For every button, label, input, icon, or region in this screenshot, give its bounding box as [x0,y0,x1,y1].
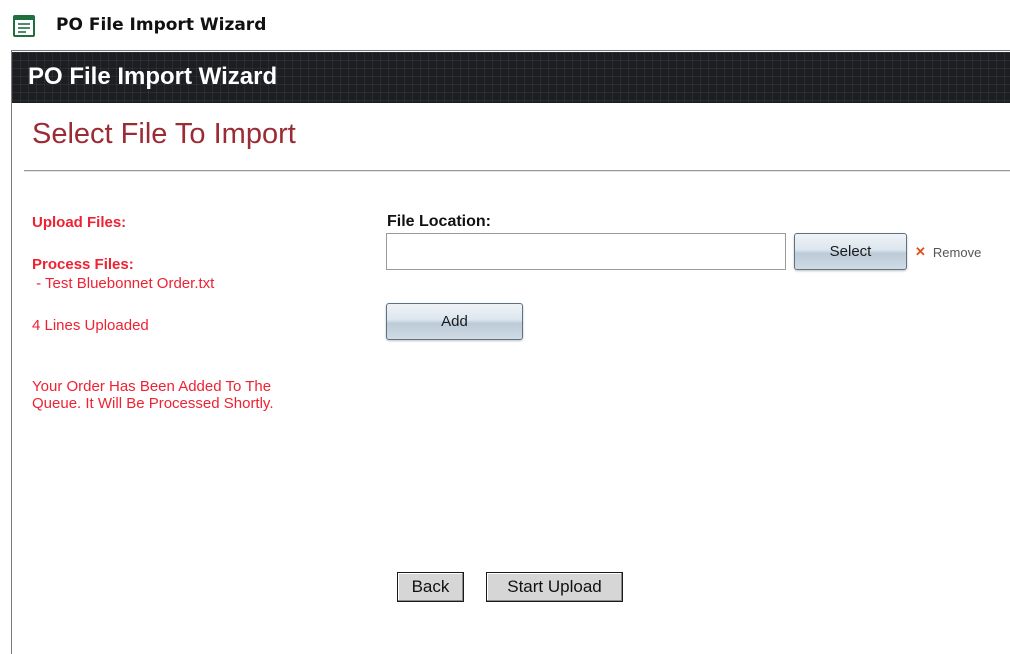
remove-link-label: Remove [932,244,982,260]
remove-file-link[interactable]: ✕ Remove [915,244,981,260]
window-title: PO File Import Wizard [56,15,267,35]
lines-uploaded-text: 4 Lines Uploaded [32,317,149,334]
wizard-header-title: PO File Import Wizard [28,63,278,90]
start-upload-button[interactable]: Start Upload [486,572,623,602]
queue-message-line2: Queue. It Will Be Processed Shortly. [32,395,274,412]
page-title: Select File To Import [32,118,296,150]
upload-files-label: Upload Files: [32,214,127,231]
add-file-button[interactable]: Add [386,303,523,340]
window-titlebar: PO File Import Wizard [0,0,1010,52]
back-button[interactable]: Back [397,572,464,602]
form-window-icon [13,15,35,37]
close-icon: ✕ [915,244,926,259]
processed-file-item: - Test Bluebonnet Order.txt [32,275,215,292]
file-location-input[interactable] [386,233,786,270]
queue-message-line1: Your Order Has Been Added To The [32,378,272,395]
process-files-label: Process Files: [32,256,134,273]
select-file-button[interactable]: Select [794,233,907,270]
wizard-header-bar: PO File Import Wizard [12,52,1010,103]
file-location-label: File Location: [387,213,491,230]
section-divider [24,170,1010,172]
